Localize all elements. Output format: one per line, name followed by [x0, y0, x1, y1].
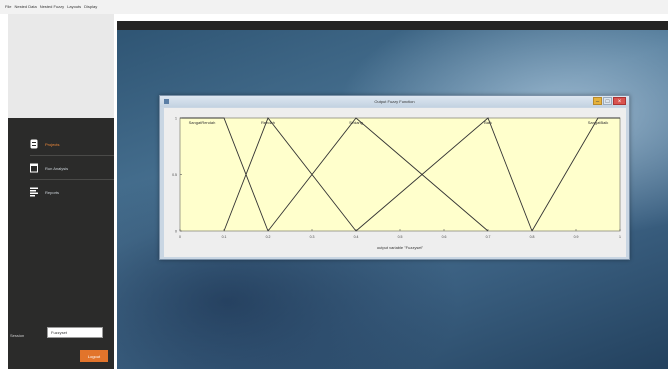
x-tick-label: 0.1 [222, 235, 227, 239]
x-tick-label: 0 [179, 235, 181, 239]
sidebar-item-projects[interactable]: Projects [30, 137, 110, 151]
menu-bar: File Nested Data Nested Fuzzy Layouts Di… [0, 0, 668, 14]
window-controls: – □ × [593, 97, 626, 105]
sidebar-item-run-analysis[interactable]: Run Analysis [30, 161, 110, 175]
report-icon [30, 187, 38, 197]
x-tick-label: 0.9 [574, 235, 579, 239]
y-tick-label: 0 [175, 230, 177, 234]
series-label: Baik [484, 120, 492, 125]
series-label: SangatRendah [189, 120, 216, 125]
sidebar-item-label: Projects [45, 141, 60, 147]
membership-function-chart: 0 0.1 0.2 0.3 0.4 0.5 0.6 0.7 0.8 0.9 1 0 0.5 1 Sanga… [172, 117, 621, 251]
logout-button[interactable]: Logout [80, 350, 108, 362]
sidebar-divider [30, 179, 114, 180]
x-tick-label: 0.3 [310, 235, 315, 239]
menu-display[interactable]: Display [84, 4, 97, 9]
window-title: Output Fuzzy Function [374, 99, 415, 104]
sidebar-item-reports[interactable]: Reports [30, 185, 110, 199]
y-tick-label: 1 [175, 117, 177, 121]
sidebar-divider [30, 155, 114, 156]
y-tick-label: 0.5 [172, 173, 177, 177]
database-icon [30, 139, 38, 149]
menu-nested-data[interactable]: Nested Data [14, 4, 36, 9]
session-label: Session [10, 333, 25, 338]
x-axis-label: output variable "Fuzzyset" [377, 245, 424, 250]
series-label: Rendah [261, 120, 275, 125]
monitor-icon [30, 163, 38, 173]
sidebar-header-area [8, 14, 114, 118]
menu-file[interactable]: File [5, 4, 11, 9]
series-label: SangatBaik [588, 120, 608, 125]
window-titlebar[interactable]: Output Fuzzy Function – □ × [160, 96, 629, 107]
session-input[interactable] [47, 327, 103, 338]
x-tick-label: 0.5 [398, 235, 403, 239]
x-tick-label: 0.4 [354, 235, 359, 239]
sidebar-item-label: Reports [45, 189, 60, 195]
menu-layouts[interactable]: Layouts [67, 4, 81, 9]
main-toolbar-strip [117, 21, 668, 30]
plot-window: Output Fuzzy Function – □ × 0 0.1 0.2 0.3 0.… [159, 95, 630, 260]
x-tick-label: 0.8 [530, 235, 535, 239]
x-tick-label: 0.2 [266, 235, 271, 239]
sidebar-item-label: Run Analysis [45, 165, 69, 171]
plot-area: 0 0.1 0.2 0.3 0.4 0.5 0.6 0.7 0.8 0.9 1 0 0.5 1 Sanga… [164, 108, 626, 257]
menu-nested-fuzzy[interactable]: Nested Fuzzy [40, 4, 64, 9]
series-label: Sedang [349, 120, 363, 125]
minimize-button[interactable]: – [593, 97, 602, 105]
x-tick-label: 1 [619, 235, 621, 239]
maximize-button[interactable]: □ [603, 97, 612, 105]
x-tick-label: 0.6 [442, 235, 447, 239]
x-tick-label: 0.7 [486, 235, 491, 239]
close-button[interactable]: × [613, 97, 626, 105]
